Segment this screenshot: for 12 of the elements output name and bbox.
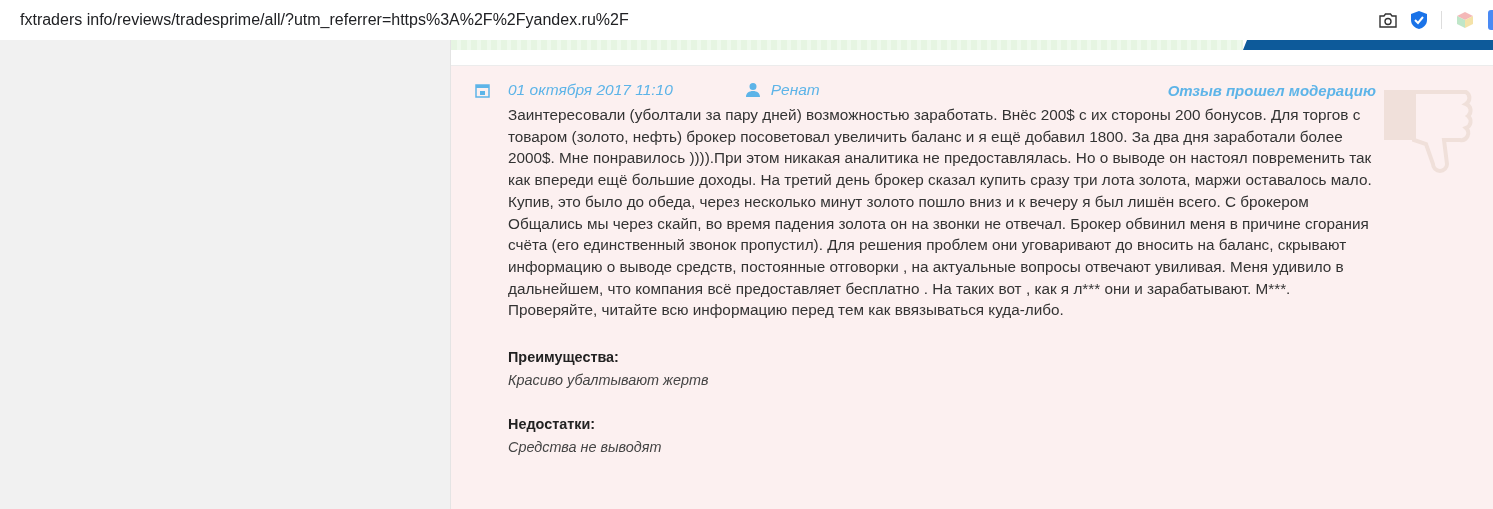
review-date: 01 октября 2017 11:10	[508, 81, 673, 99]
section-text: Красиво убалтывают жертв	[508, 372, 710, 389]
moderation-status: Отзыв прошел модерацию	[1167, 81, 1376, 99]
section-heading: Преимущества:	[508, 349, 620, 366]
camera-icon[interactable]	[1379, 12, 1397, 28]
user-icon	[744, 82, 761, 98]
address-url[interactable]: fxtraders info/reviews/tradesprime/all/?utm_referrer=https%3A%2F%2Fyandex.ru%2F	[20, 11, 629, 29]
section-text: Средства не выводят	[508, 439, 663, 456]
shield-icon[interactable]	[1411, 11, 1427, 29]
calendar-icon	[475, 83, 490, 98]
review-text: Заинтересовали (уболтали за пару дней) возможностью заработать. Внёс 200$ с их стороны 200 бонусов. Для торгов с товаром (золото, нефть) брокер посоветовал увеличить баланс и я ещё добавил 1800. За два дня заработали более 2000$. Мне понравилось )))).При этом никакая аналитика не предоставлялась. Но о выводе он настоял повременить так как впереди ещё большие доходы. На третий день брокер сказал купить сразу три лота золота, маржи оставалось мало. Купив, это было до обеда, через несколько минут золото пошло вниз и к вечеру я был лишён всего. С брокером Общались мы через скайп, во время падения золота он на звонки не отвечал. Брокер обвинил меня в причине сгорания счёта (его единственный звонок пропустил). Для решения проблем они уговаривают до вносить на баланс, скрывают информацию о выводе средств, постоянные отговорки , на актуальные вопросы отвечают увиливая. Меня удивило в дальнейшем, что компания всё предоставляет бесплатно . На таких вот , как я л*** они и зарабатывают. М***. Проверяйте, читайте всю информацию перед тем как ввязываться куда-либо.	[508, 105, 1373, 321]
section-heading: Недостатки:	[508, 416, 597, 433]
